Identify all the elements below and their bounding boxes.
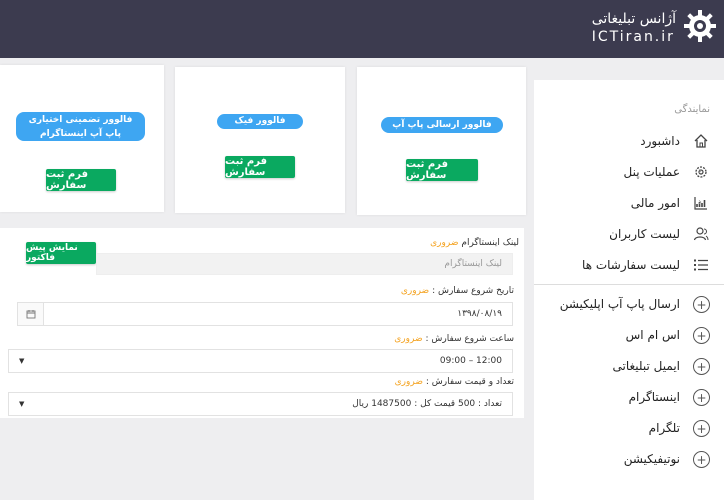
sidebar-item-label: داشبورد bbox=[640, 133, 680, 148]
show-invoice-button[interactable]: نمایش پیش فاکتور bbox=[26, 242, 96, 264]
sidebar-service-label: اینستاگرام bbox=[628, 390, 680, 404]
caret-down-icon: ▼ bbox=[19, 400, 25, 408]
caret-down-icon: ▼ bbox=[19, 357, 25, 365]
chevron-left-icon: ‹ bbox=[698, 166, 702, 177]
order-form-button[interactable]: فرم ثبت سفارش bbox=[225, 156, 295, 178]
start-date-label: تاریخ شروع سفارش : ضروری bbox=[400, 286, 514, 296]
brand-domain: ICTiran.ir bbox=[591, 29, 675, 45]
chevron-left-icon: ‹ bbox=[698, 197, 702, 208]
sidebar-service-notification[interactable]: + نوتیفیکیشن bbox=[534, 444, 724, 475]
plus-circle-icon: + bbox=[693, 389, 710, 406]
sidebar-service-label: ایمیل تبلیغاتی bbox=[612, 359, 680, 373]
card-title: فالوور فیک اینستاگرام bbox=[217, 114, 303, 141]
plus-circle-icon: + bbox=[693, 296, 710, 313]
sidebar-service-email[interactable]: + ایمیل تبلیغاتی bbox=[534, 351, 724, 382]
list-icon bbox=[692, 256, 710, 274]
order-form-button[interactable]: فرم ثبت سفارش bbox=[406, 159, 478, 181]
sidebar-item-label: لیست کاربران bbox=[609, 226, 680, 241]
sidebar-section-title: نمایندگی bbox=[674, 104, 710, 115]
sidebar-item-panel-operations[interactable]: عملیات پنل ‹ bbox=[534, 156, 724, 187]
plus-circle-icon: + bbox=[693, 327, 710, 344]
sidebar-item-label: امور مالی bbox=[630, 195, 680, 210]
instagram-link-input[interactable]: لینک اینستاگرام bbox=[96, 253, 513, 275]
sidebar-item-orders[interactable]: لیست سفارشات ها bbox=[534, 249, 724, 280]
card-title: فالوور ارسالی پاپ آپ اینستاگرام bbox=[381, 117, 503, 146]
users-icon bbox=[692, 225, 710, 243]
required-tag: ضروری bbox=[400, 286, 430, 296]
service-card-popup-followers: فالوور ارسالی پاپ آپ اینستاگرام فرم ثبت … bbox=[357, 67, 526, 215]
sidebar-service-label: اس ام اس bbox=[625, 328, 680, 342]
home-icon bbox=[692, 132, 710, 150]
cog-logo-icon bbox=[682, 8, 718, 48]
sidebar-service-instagram[interactable]: + اینستاگرام bbox=[534, 382, 724, 413]
brand-name: آژانس تبلیغاتی bbox=[591, 11, 676, 27]
quantity-price-label: تعداد و قیمت سفارش : ضروری bbox=[394, 377, 514, 387]
service-card-guaranteed-followers: فالوور تضمینی اختیاری پاپ آپ اینستاگرام … bbox=[0, 65, 164, 212]
sidebar: نمایندگی داشبورد عملیات پنل ‹ امور مالی … bbox=[534, 80, 724, 500]
card-title: فالوور تضمینی اختیاری پاپ آپ اینستاگرام bbox=[16, 112, 145, 141]
sidebar-item-users[interactable]: لیست کاربران bbox=[534, 218, 724, 249]
start-date-input[interactable]: ۱۳۹۸/۰۸/۱۹ bbox=[43, 302, 513, 326]
quantity-price-select[interactable]: تعداد : 500 قیمت کل : 1487500 ریال ▼ bbox=[8, 392, 513, 416]
order-form-button[interactable]: فرم ثبت سفارش bbox=[46, 169, 116, 191]
plus-circle-icon: + bbox=[693, 358, 710, 375]
brand-logo[interactable]: آژانس تبلیغاتی ICTiran.ir bbox=[592, 8, 718, 48]
top-bar: آژانس تبلیغاتی ICTiran.ir bbox=[0, 0, 724, 58]
sidebar-item-label: لیست سفارشات ها bbox=[582, 257, 680, 272]
sidebar-service-telegram[interactable]: + تلگرام bbox=[534, 413, 724, 444]
service-card-fake-followers: فالوور فیک اینستاگرام فرم ثبت سفارش bbox=[175, 67, 345, 213]
start-time-select[interactable]: 09:00 – 12:00 ▼ bbox=[8, 349, 513, 373]
sidebar-divider bbox=[534, 284, 724, 285]
sidebar-service-label: نوتیفیکیشن bbox=[623, 452, 680, 466]
sidebar-service-label: ارسال پاپ آپ اپلیکیشن bbox=[559, 297, 680, 311]
required-tag: ضروری bbox=[394, 377, 423, 387]
sidebar-service-label: تلگرام bbox=[648, 421, 680, 435]
sidebar-item-label: عملیات پنل bbox=[623, 164, 680, 179]
start-time-label: ساعت شروع سفارش : ضروری bbox=[394, 334, 514, 344]
calendar-icon[interactable] bbox=[17, 302, 43, 326]
plus-circle-icon: + bbox=[693, 420, 710, 437]
plus-circle-icon: + bbox=[693, 451, 710, 468]
sidebar-service-sms[interactable]: + اس ام اس bbox=[534, 320, 724, 351]
sidebar-item-dashboard[interactable]: داشبورد bbox=[534, 125, 724, 156]
required-tag: ضروری bbox=[394, 334, 423, 344]
sidebar-item-finance[interactable]: امور مالی ‹ bbox=[534, 187, 724, 218]
required-tag: ضروری bbox=[430, 238, 459, 248]
instagram-link-label: لینک اینستاگرام ضروری bbox=[430, 238, 519, 248]
sidebar-service-popup-app[interactable]: + ارسال پاپ آپ اپلیکیشن bbox=[534, 289, 724, 320]
